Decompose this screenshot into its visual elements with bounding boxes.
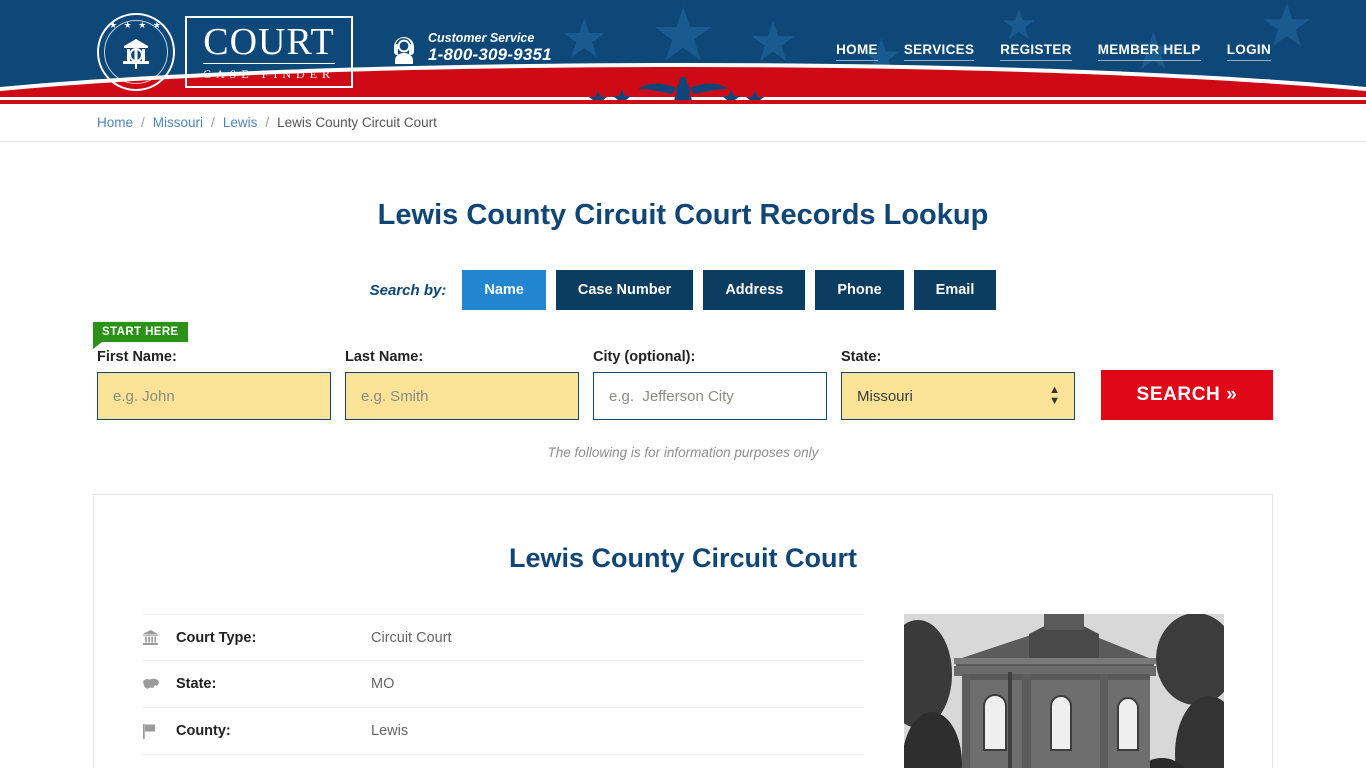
customer-service-label: Customer Service bbox=[428, 31, 552, 45]
court-name-heading: Lewis County Circuit Court bbox=[142, 543, 1224, 574]
historic-courthouse-photo bbox=[904, 614, 1224, 768]
city-label: City (optional): bbox=[593, 349, 827, 365]
first-name-input[interactable] bbox=[97, 372, 331, 420]
detail-label: State: bbox=[176, 676, 371, 692]
bank-columns-icon bbox=[142, 629, 176, 646]
last-name-label: Last Name: bbox=[345, 349, 579, 365]
main-navigation: HOME SERVICES REGISTER MEMBER HELP LOGIN bbox=[836, 42, 1273, 61]
table-row: Court Type: Circuit Court bbox=[142, 614, 864, 661]
flag-icon bbox=[142, 723, 176, 739]
court-detail-list: Court Type: Circuit Court State: MO bbox=[142, 614, 864, 768]
customer-service-block: Customer Service 1-800-309-9351 bbox=[389, 31, 552, 65]
nav-item-home[interactable]: HOME bbox=[836, 42, 878, 61]
city-input[interactable] bbox=[593, 372, 827, 420]
nav-item-register[interactable]: REGISTER bbox=[1000, 42, 1071, 61]
state-label: State: bbox=[841, 349, 1075, 365]
breadcrumb-item-current: Lewis County Circuit Court bbox=[277, 115, 437, 130]
detail-label: County: bbox=[176, 723, 371, 739]
last-name-input[interactable] bbox=[345, 372, 579, 420]
nav-item-services[interactable]: SERVICES bbox=[904, 42, 974, 61]
nav-item-member-help[interactable]: MEMBER HELP bbox=[1098, 42, 1201, 61]
breadcrumb-bar: Home / Missouri / Lewis / Lewis County C… bbox=[0, 104, 1366, 142]
search-by-label: Search by: bbox=[370, 282, 447, 299]
search-form: START HERE First Name: Last Name: City (… bbox=[93, 333, 1273, 420]
search-tabs: Search by: Name Case Number Address Phon… bbox=[93, 270, 1273, 310]
detail-value: Lewis bbox=[371, 723, 408, 739]
us-map-icon bbox=[142, 677, 176, 691]
tab-address[interactable]: Address bbox=[703, 270, 805, 310]
detail-value: MO bbox=[371, 676, 394, 692]
headset-support-icon bbox=[389, 32, 419, 64]
field-state: State: Missouri ▲▼ bbox=[841, 349, 1075, 420]
tab-phone[interactable]: Phone bbox=[815, 270, 903, 310]
disclaimer-text: The following is for information purpose… bbox=[93, 445, 1273, 460]
breadcrumb-separator: / bbox=[211, 115, 215, 130]
field-last-name: Last Name: bbox=[345, 349, 579, 420]
table-row: State: MO bbox=[142, 661, 864, 708]
field-first-name: First Name: bbox=[97, 349, 331, 420]
first-name-label: First Name: bbox=[97, 349, 331, 365]
customer-service-phone[interactable]: 1-800-309-9351 bbox=[428, 45, 552, 65]
nav-item-login[interactable]: LOGIN bbox=[1227, 42, 1271, 61]
seal-stars: ★ ★ ★ ★ bbox=[99, 20, 173, 31]
search-button[interactable]: SEARCH » bbox=[1101, 370, 1273, 420]
main-content: Lewis County Circuit Court Records Looku… bbox=[93, 199, 1273, 768]
logo-secondary-text: CASE FINDER bbox=[203, 64, 335, 82]
breadcrumb-item-home[interactable]: Home bbox=[97, 115, 133, 130]
detail-label: Court Type: bbox=[176, 630, 371, 646]
state-select[interactable]: Missouri bbox=[841, 372, 1075, 420]
tab-email[interactable]: Email bbox=[914, 270, 997, 310]
site-header: ★ ★ ★ ★ ★ ★ ★ ★ ★ ★ ★ bbox=[0, 0, 1366, 100]
logo-primary-text: COURT bbox=[203, 23, 335, 64]
breadcrumb-item-missouri[interactable]: Missouri bbox=[153, 115, 203, 130]
courthouse-seal-icon: ★ ★ ★ ★ bbox=[97, 13, 175, 91]
page-title: Lewis County Circuit Court Records Looku… bbox=[93, 199, 1273, 232]
site-logo[interactable]: ★ ★ ★ ★ COURT CASE FINDER bbox=[97, 13, 353, 91]
detail-value: Circuit Court bbox=[371, 630, 452, 646]
tab-name[interactable]: Name bbox=[462, 270, 546, 310]
field-city: City (optional): bbox=[593, 349, 827, 420]
breadcrumb-separator: / bbox=[141, 115, 145, 130]
breadcrumb-item-lewis[interactable]: Lewis bbox=[223, 115, 258, 130]
start-here-badge: START HERE bbox=[93, 322, 188, 342]
court-info-card: Lewis County Circuit Court bbox=[93, 494, 1273, 768]
breadcrumb: Home / Missouri / Lewis / Lewis County C… bbox=[93, 115, 1273, 130]
tab-case-number[interactable]: Case Number bbox=[556, 270, 693, 310]
breadcrumb-separator: / bbox=[265, 115, 269, 130]
table-row: County: Lewis bbox=[142, 708, 864, 755]
